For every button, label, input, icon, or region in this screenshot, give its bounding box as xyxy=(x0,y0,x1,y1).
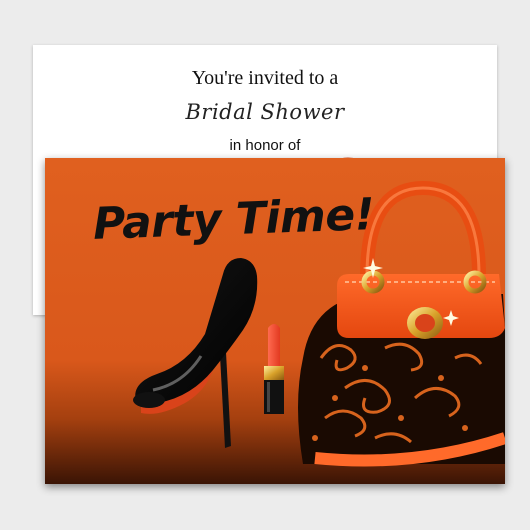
high-heel-shoe-icon xyxy=(133,258,258,448)
orange-party-card: Party Time! xyxy=(45,158,505,484)
lipstick-icon xyxy=(264,324,284,414)
illustration xyxy=(133,180,505,467)
handbag-icon xyxy=(298,180,505,467)
